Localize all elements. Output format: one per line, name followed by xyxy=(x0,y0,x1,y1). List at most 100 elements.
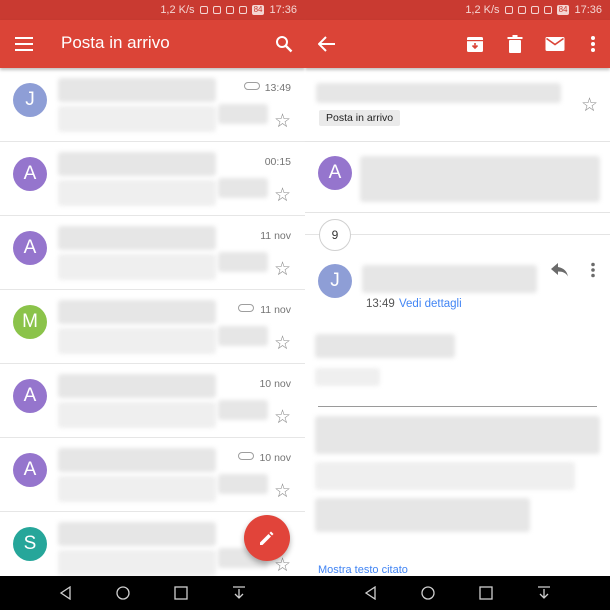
message-time: 13:49 xyxy=(366,298,395,310)
attachment-icon xyxy=(244,82,260,90)
mail-icon[interactable] xyxy=(541,30,569,58)
more-vert-icon[interactable] xyxy=(579,30,607,58)
avatar[interactable]: S xyxy=(13,527,47,561)
status-icon xyxy=(199,6,208,14)
preview-redacted xyxy=(218,326,268,346)
compose-button[interactable] xyxy=(244,515,290,561)
nav-notification-icon[interactable] xyxy=(228,582,250,604)
preview-redacted xyxy=(218,474,268,494)
star-icon[interactable]: ☆ xyxy=(274,408,291,427)
message-preview-redacted[interactable] xyxy=(360,156,600,202)
nav-home-icon[interactable] xyxy=(417,582,439,604)
nav-home-icon[interactable] xyxy=(112,582,134,604)
status-icon xyxy=(517,6,526,14)
body-redacted xyxy=(315,334,455,358)
menu-icon[interactable] xyxy=(10,30,38,58)
avatar[interactable]: A xyxy=(13,453,47,487)
snippet-redacted xyxy=(58,254,216,280)
body-redacted xyxy=(315,462,575,490)
sender-redacted xyxy=(58,374,216,398)
details-link[interactable]: Vedi dettagli xyxy=(399,298,462,310)
subject-redacted xyxy=(316,83,561,103)
sender-redacted xyxy=(362,265,537,293)
status-icon xyxy=(530,6,539,14)
search-icon[interactable] xyxy=(270,30,298,58)
sender-redacted xyxy=(58,448,216,472)
sender-redacted xyxy=(58,78,216,102)
signal-icon xyxy=(543,6,552,14)
reply-icon[interactable] xyxy=(546,256,574,284)
nav-back-icon[interactable] xyxy=(55,582,77,604)
status-icon xyxy=(504,6,513,14)
message-time: 11 nov xyxy=(260,304,291,316)
battery-icon: 84 xyxy=(251,5,265,15)
avatar[interactable]: A xyxy=(318,156,352,190)
preview-redacted xyxy=(218,104,268,124)
divider xyxy=(305,141,610,142)
star-icon[interactable]: ☆ xyxy=(274,334,291,353)
page-title: Posta in arrivo xyxy=(61,33,170,52)
avatar[interactable]: A xyxy=(13,157,47,191)
app-bar xyxy=(305,20,610,68)
status-icon xyxy=(225,6,234,14)
snippet-redacted xyxy=(58,476,216,502)
avatar[interactable]: M xyxy=(13,305,47,339)
inbox-screen: 1,2 K/s 84 17:36 Posta in arrivo J 13:49 ☆… xyxy=(0,0,305,576)
sender-redacted xyxy=(58,522,216,546)
list-item[interactable]: A 10 nov ☆ xyxy=(0,364,305,438)
label-chip: Posta in arrivo xyxy=(319,110,401,126)
star-icon[interactable]: ☆ xyxy=(274,112,291,131)
clock: 17:36 xyxy=(269,4,297,16)
list-item[interactable]: M 11 nov ☆ xyxy=(0,290,305,364)
status-bar: 1,2 K/s 84 17:36 xyxy=(305,0,610,20)
collapsed-count[interactable]: 9 xyxy=(319,219,351,251)
network-speed: 1,2 K/s xyxy=(160,4,195,16)
snippet-redacted xyxy=(58,106,216,132)
battery-icon: 84 xyxy=(556,5,570,15)
message-time: 11 nov xyxy=(260,230,291,242)
nav-recents-icon[interactable] xyxy=(475,582,497,604)
sender-redacted xyxy=(58,152,216,176)
divider xyxy=(305,212,610,213)
quote-separator xyxy=(318,406,597,407)
avatar[interactable]: J xyxy=(13,83,47,117)
list-item[interactable]: A 00:15 ☆ xyxy=(0,142,305,216)
sender-redacted xyxy=(58,300,216,324)
avatar-initial: J xyxy=(330,270,340,291)
attachment-icon xyxy=(238,304,254,312)
back-arrow-icon[interactable] xyxy=(313,30,341,58)
star-icon[interactable]: ☆ xyxy=(274,482,291,501)
preview-redacted xyxy=(218,400,268,420)
snippet-redacted xyxy=(58,550,216,576)
star-icon[interactable]: ☆ xyxy=(581,96,598,115)
message-time: 10 nov xyxy=(259,378,291,390)
app-bar: Posta in arrivo xyxy=(0,20,305,68)
archive-icon[interactable] xyxy=(461,30,489,58)
avatar[interactable]: A xyxy=(13,231,47,265)
system-nav-bar xyxy=(0,576,610,610)
nav-notification-icon[interactable] xyxy=(533,582,555,604)
snippet-redacted xyxy=(58,180,216,206)
network-speed: 1,2 K/s xyxy=(465,4,500,16)
message-time: 10 nov xyxy=(259,452,291,464)
list-item[interactable]: A 10 nov ☆ xyxy=(0,438,305,512)
nav-back-icon[interactable] xyxy=(360,582,382,604)
thread-screen: 1,2 K/s 84 17:36 Posta in arrivo ☆ A 9 J… xyxy=(305,0,610,576)
status-bar: 1,2 K/s 84 17:36 xyxy=(0,0,305,20)
list-item[interactable]: A 11 nov ☆ xyxy=(0,216,305,290)
show-quoted-link[interactable]: Mostra testo citato xyxy=(318,564,408,576)
signal-icon xyxy=(238,6,247,14)
star-icon[interactable]: ☆ xyxy=(274,186,291,205)
list-item[interactable]: J 13:49 ☆ xyxy=(0,68,305,142)
message-time: 13:49 xyxy=(264,82,291,94)
more-vert-icon[interactable] xyxy=(579,256,607,284)
avatar[interactable]: J xyxy=(318,264,352,298)
preview-redacted xyxy=(218,252,268,272)
status-icon xyxy=(212,6,221,14)
pencil-icon xyxy=(260,531,274,545)
star-icon[interactable]: ☆ xyxy=(274,260,291,279)
nav-recents-icon[interactable] xyxy=(170,582,192,604)
avatar[interactable]: A xyxy=(13,379,47,413)
snippet-redacted xyxy=(58,328,216,354)
delete-icon[interactable] xyxy=(501,30,529,58)
